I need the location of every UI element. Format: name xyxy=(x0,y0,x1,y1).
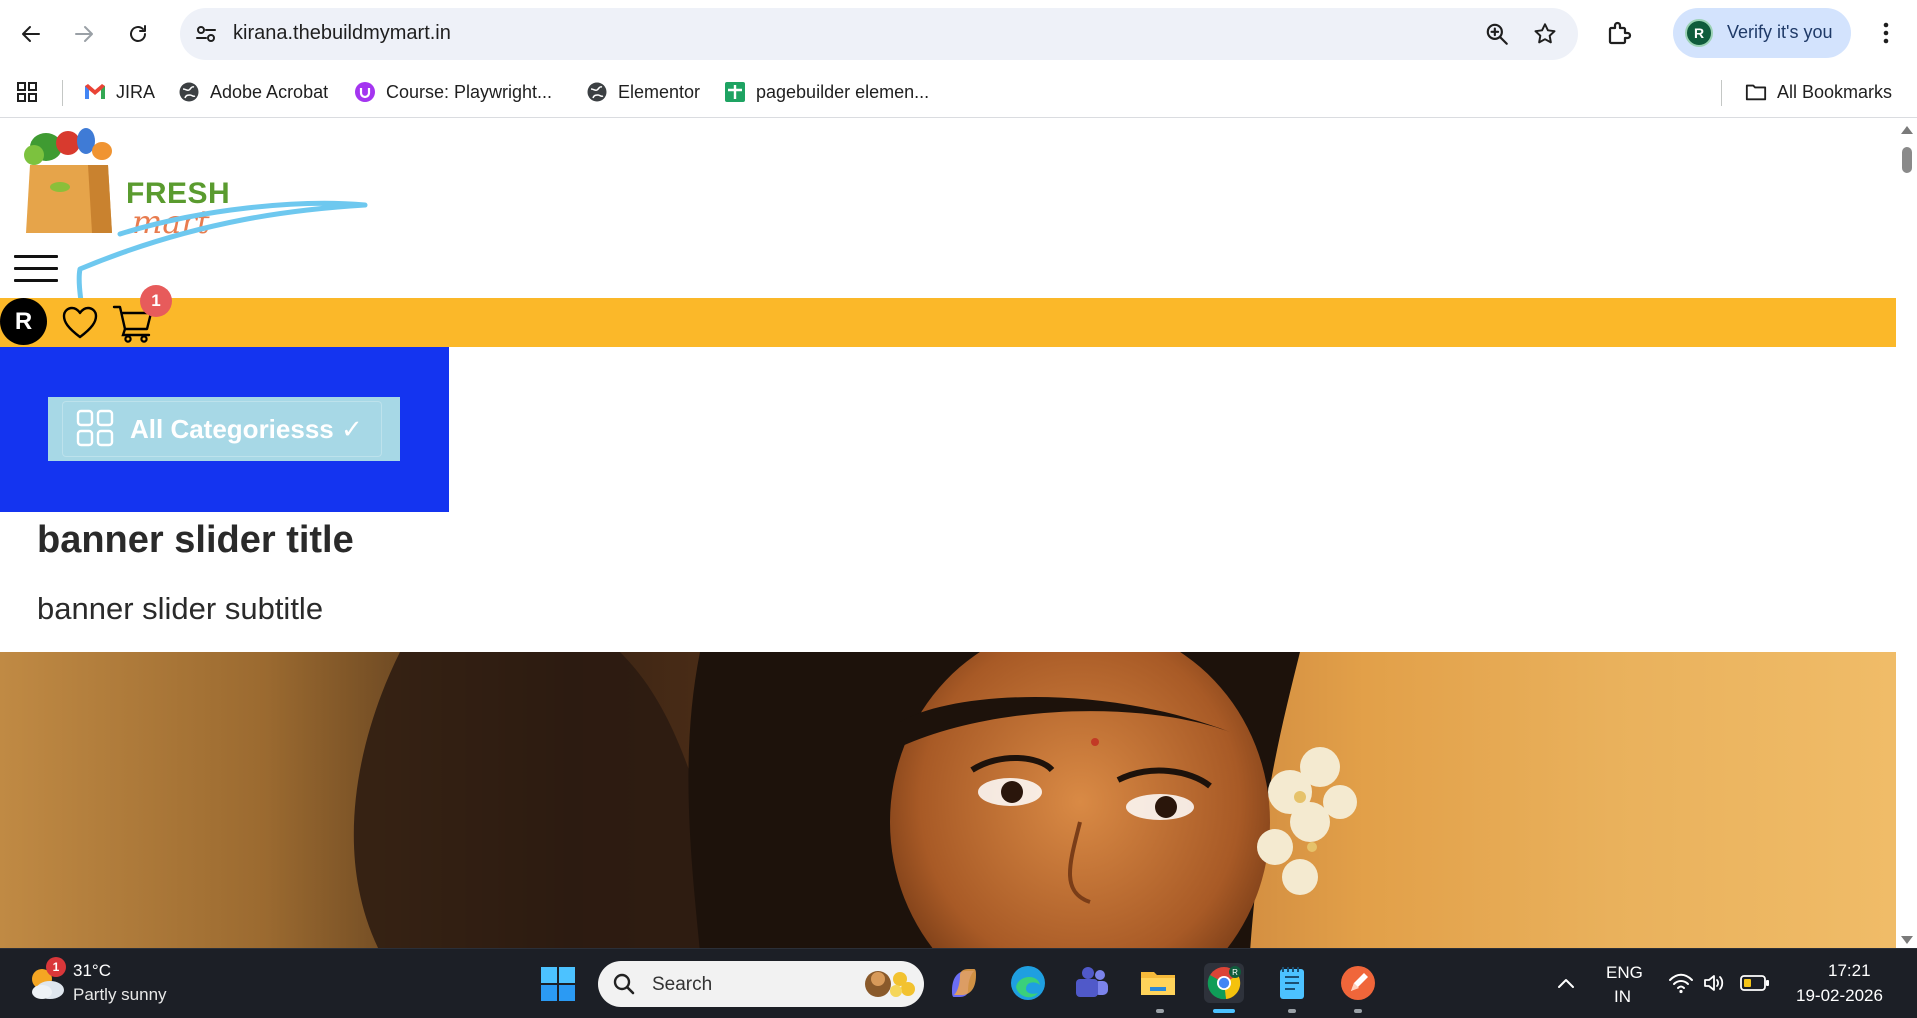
arrow-left-icon xyxy=(22,26,40,42)
weather-notification-badge: 1 xyxy=(46,957,66,977)
bookmark-jira[interactable]: JIRA xyxy=(84,78,155,106)
folder-icon xyxy=(1745,81,1767,103)
bookmark-label: Adobe Acrobat xyxy=(210,81,329,102)
file-explorer-icon[interactable] xyxy=(1138,963,1178,1003)
search-highlight-icon xyxy=(865,971,915,997)
profile-avatar: R xyxy=(1685,19,1713,47)
verify-identity-button[interactable]: R Verify it's you xyxy=(1673,8,1851,58)
edge-browser-icon[interactable] xyxy=(1008,963,1048,1003)
scroll-thumb[interactable] xyxy=(1902,147,1912,173)
bookmark-label: Elementor xyxy=(618,81,701,102)
bookmark-label: Course: Playwright... xyxy=(386,81,553,102)
bookmark-star-icon[interactable] xyxy=(1532,21,1558,47)
taskbar-running-indicator xyxy=(1354,1009,1362,1013)
taskbar-running-indicator xyxy=(1156,1009,1164,1013)
banner-portrait-illustration xyxy=(353,652,1357,948)
bookmark-label: JIRA xyxy=(116,81,156,102)
bookmarks-divider xyxy=(1721,80,1722,106)
all-bookmarks-label: All Bookmarks xyxy=(1777,81,1893,102)
verify-label: Verify it's you xyxy=(1727,22,1833,42)
bookmark-elementor[interactable]: Elementor xyxy=(586,78,700,106)
banner-slider-title: banner slider title xyxy=(37,519,354,561)
bookmark-label: pagebuilder elemen... xyxy=(756,81,930,102)
bookmarks-bar: JIRA Adobe Acrobat Course: Playwright...… xyxy=(0,66,1917,118)
wishlist-heart-icon[interactable] xyxy=(62,306,98,340)
forward-button[interactable] xyxy=(64,14,104,54)
gmail-icon xyxy=(84,81,106,103)
reload-button[interactable] xyxy=(118,14,158,54)
globe-icon xyxy=(586,81,608,103)
battery-icon[interactable] xyxy=(1740,973,1770,993)
all-bookmarks-button[interactable]: All Bookmarks xyxy=(1745,78,1892,106)
arrow-right-icon xyxy=(75,26,93,42)
apps-button[interactable] xyxy=(16,78,48,106)
back-button[interactable] xyxy=(11,14,51,54)
all-categories-button[interactable]: All Categoriesss ✓ xyxy=(48,397,400,461)
teams-icon[interactable] xyxy=(1072,963,1112,1003)
search-label: Search xyxy=(652,974,713,995)
user-avatar[interactable]: R xyxy=(0,298,47,345)
windows-start-icon[interactable] xyxy=(540,966,576,1002)
sketch-tool-icon[interactable] xyxy=(1338,963,1378,1003)
page-viewport: FRESH mart R 1 All Categoriesss ✓ banner… xyxy=(0,119,1896,948)
wifi-icon[interactable] xyxy=(1668,971,1694,995)
svg-text:R: R xyxy=(1232,968,1238,977)
category-grid-icon xyxy=(76,409,114,447)
logo-mart-text: mart xyxy=(132,203,210,241)
taskbar-running-indicator xyxy=(1288,1009,1296,1013)
reload-icon xyxy=(130,25,146,42)
weather-temperature[interactable]: 31°C xyxy=(73,961,111,981)
page-scrollbar[interactable] xyxy=(1896,119,1917,948)
bookmark-pagebuilder[interactable]: pagebuilder elemen... xyxy=(724,78,929,106)
site-info-icon[interactable] xyxy=(194,22,218,46)
clock-time[interactable]: 17:21 xyxy=(1828,961,1871,981)
udemy-icon xyxy=(354,81,376,103)
chrome-icon[interactable]: R xyxy=(1204,963,1244,1003)
zoom-icon[interactable] xyxy=(1484,21,1510,47)
browser-toolbar: kirana.thebuildmymart.in R Verify it's y… xyxy=(0,0,1917,66)
header-action-bar xyxy=(0,298,1896,347)
sheets-icon xyxy=(724,81,746,103)
extensions-icon[interactable] xyxy=(1605,18,1635,48)
cart-count-badge: 1 xyxy=(140,285,172,317)
scroll-down-arrow[interactable] xyxy=(1901,936,1913,944)
globe-icon xyxy=(178,81,200,103)
clock-date[interactable]: 19-02-2026 xyxy=(1796,986,1883,1006)
search-icon xyxy=(613,973,635,995)
weather-description[interactable]: Partly sunny xyxy=(73,985,167,1005)
windows-taskbar: 1 31°C Partly sunny Search R ENG IN 17:2… xyxy=(0,948,1917,1018)
apps-grid-icon xyxy=(16,81,38,103)
volume-icon[interactable] xyxy=(1702,971,1726,995)
bookmark-adobe-acrobat[interactable]: Adobe Acrobat xyxy=(178,78,328,106)
taskbar-search[interactable]: Search xyxy=(598,961,924,1007)
banner-slider-subtitle: banner slider subtitle xyxy=(37,591,324,626)
bookmark-course-playwright[interactable]: Course: Playwright... xyxy=(354,78,552,106)
input-language-code[interactable]: ENG xyxy=(1606,963,1643,983)
hamburger-menu-icon[interactable] xyxy=(14,255,58,285)
scroll-up-arrow[interactable] xyxy=(1901,126,1913,134)
category-panel: All Categoriesss ✓ xyxy=(0,347,449,512)
address-bar[interactable]: kirana.thebuildmymart.in xyxy=(180,8,1578,60)
more-menu-icon[interactable] xyxy=(1874,18,1898,48)
grocery-bag-icon xyxy=(24,128,112,233)
show-hidden-icons-chevron-icon[interactable] xyxy=(1556,973,1576,993)
bookmarks-divider xyxy=(62,80,63,106)
input-language-region[interactable]: IN xyxy=(1614,987,1631,1007)
banner-slider-image[interactable] xyxy=(0,652,1896,948)
taskbar-active-indicator xyxy=(1213,1009,1235,1013)
copilot-icon[interactable] xyxy=(944,963,984,1003)
notepad-icon[interactable] xyxy=(1272,963,1312,1003)
site-logo[interactable]: FRESH mart xyxy=(16,125,236,241)
url-text[interactable]: kirana.thebuildmymart.in xyxy=(233,22,451,45)
all-categories-label: All Categoriesss ✓ xyxy=(130,414,363,444)
